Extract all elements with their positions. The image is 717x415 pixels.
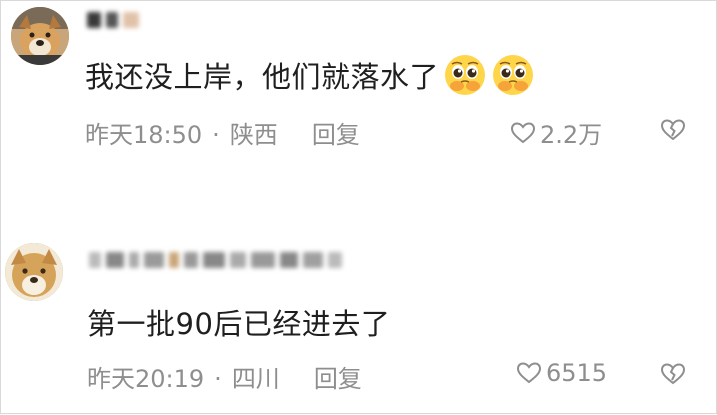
comment-location: 四川 — [231, 365, 280, 393]
pleading-face-icon — [443, 53, 487, 97]
avatar[interactable] — [11, 7, 69, 65]
meta-separator: · — [212, 121, 220, 149]
comment-location: 陕西 — [229, 121, 278, 149]
broken-heart-icon — [660, 363, 686, 385]
like-button[interactable]: 2.2万 — [510, 115, 602, 150]
comment-list: 我还没上岸，他们就落水了 昨天18:50 · 陕西 回复 2.2万 第一批90后… — [0, 0, 717, 414]
comment-text-content: 我还没上岸，他们就落水了 — [85, 60, 440, 94]
heart-icon — [510, 121, 536, 143]
broken-heart-icon — [660, 119, 686, 141]
comment-item: 第一批90后已经进去了 昨天20:19 · 四川 回复 6515 — [1, 229, 717, 415]
like-button[interactable]: 6515 — [516, 359, 607, 387]
reply-button[interactable]: 回复 — [312, 121, 360, 149]
comment-meta: 昨天18:50 · 陕西 回复 — [85, 115, 360, 150]
avatar[interactable] — [5, 243, 63, 301]
comment-time: 昨天18:50 — [85, 121, 203, 149]
heart-icon — [516, 362, 542, 384]
dislike-button[interactable] — [660, 362, 686, 390]
comment-item: 我还没上岸，他们就落水了 昨天18:50 · 陕西 回复 2.2万 — [1, 1, 717, 201]
reply-button[interactable]: 回复 — [314, 365, 362, 393]
comment-text-content: 第一批90后已经进去了 — [87, 307, 391, 341]
comment-text: 第一批90后已经进去了 — [87, 301, 390, 343]
like-count: 2.2万 — [540, 121, 603, 149]
comment-meta: 昨天20:19 · 四川 回复 — [87, 359, 362, 394]
meta-separator: · — [214, 365, 222, 393]
comment-time: 昨天20:19 — [87, 365, 205, 393]
pleading-face-icon — [491, 53, 535, 97]
comment-text: 我还没上岸，他们就落水了 — [85, 53, 535, 97]
username-blurred[interactable] — [87, 9, 144, 33]
dislike-button[interactable] — [660, 118, 686, 146]
username-blurred[interactable] — [89, 249, 347, 273]
like-count: 6515 — [546, 359, 608, 387]
